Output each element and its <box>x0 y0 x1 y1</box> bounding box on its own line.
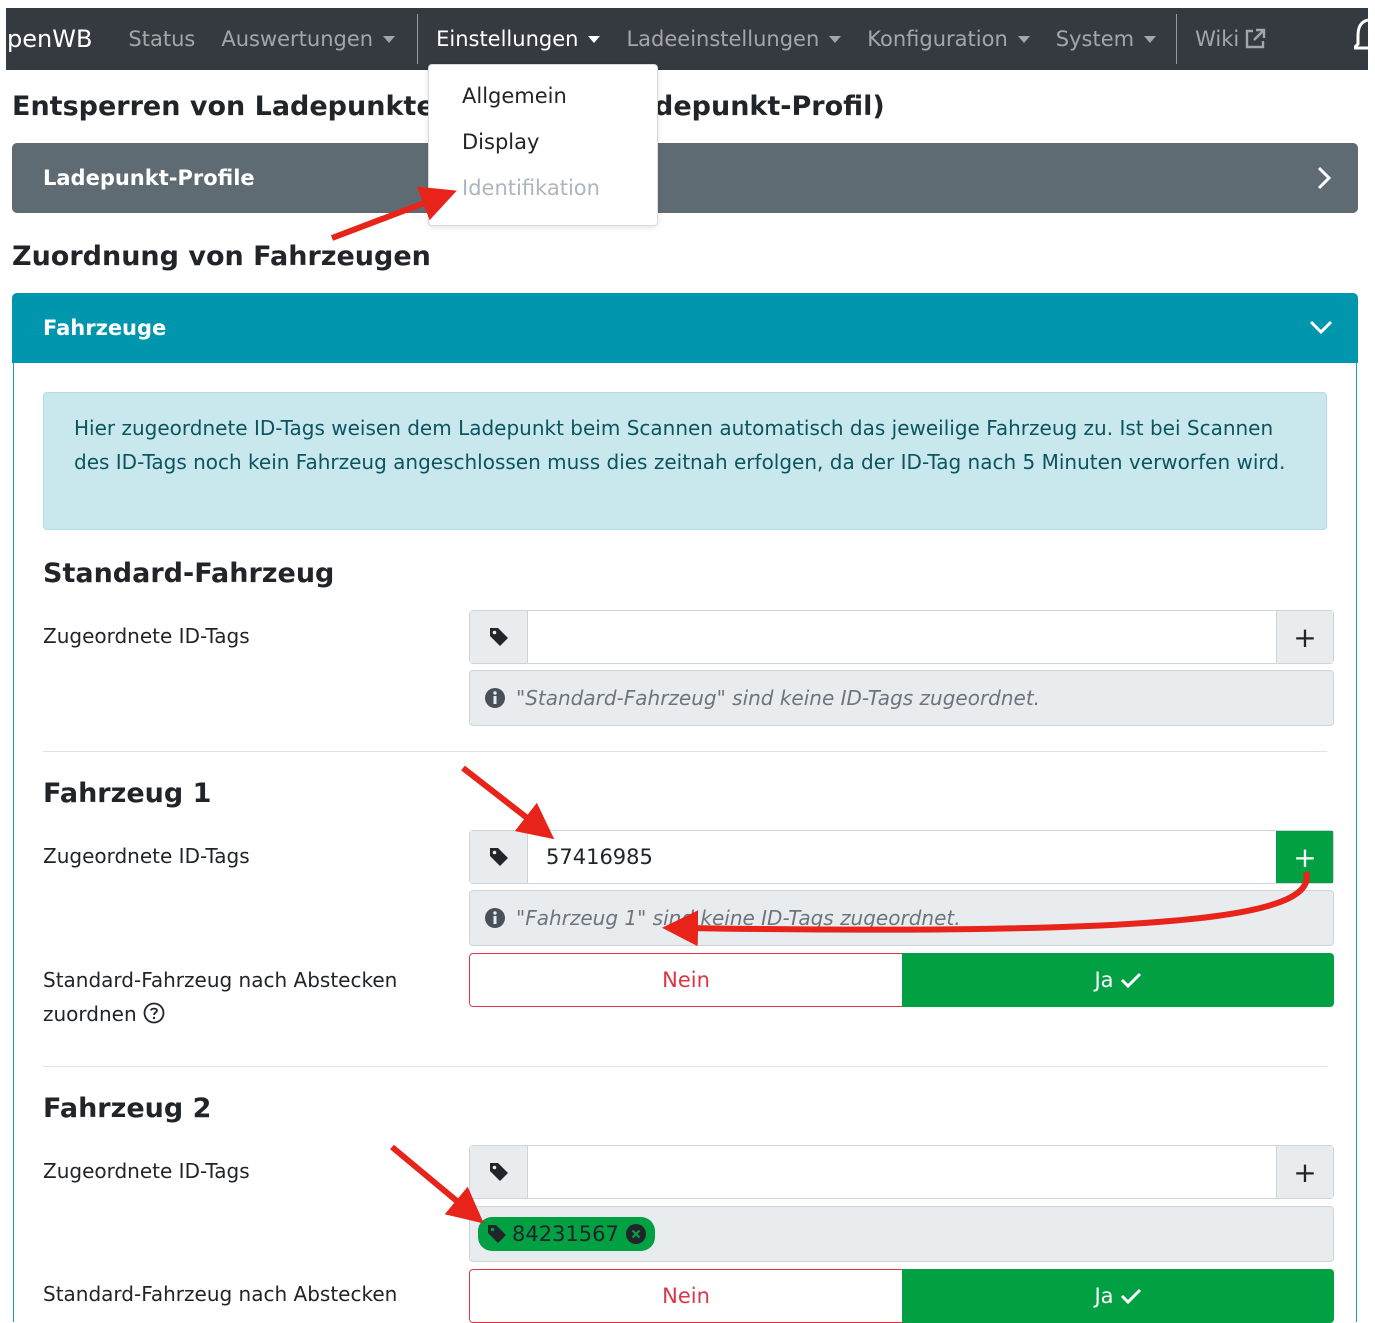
assigned-tags-box: 84231567 <box>469 1206 1334 1262</box>
id-tag-input-group: + <box>469 830 1334 884</box>
no-button[interactable]: Nein <box>469 953 902 1007</box>
section-title-zuordnung: Zuordnung von Fahrzeugen <box>12 241 431 272</box>
tags-label: Zugeordnete ID-Tags <box>43 1159 250 1183</box>
external-link-icon <box>1246 28 1266 49</box>
vehicle-title-standard: Standard-Fahrzeug <box>43 558 335 589</box>
nav-einstellungen[interactable]: Einstellungen <box>436 27 601 51</box>
plus-icon: + <box>1293 620 1317 654</box>
info-circle-icon <box>485 908 505 928</box>
add-tag-button[interactable]: + <box>1276 831 1333 883</box>
chevron-down-icon <box>1309 320 1333 335</box>
card-header-ladepunkt-profile[interactable]: Ladepunkt-Profile <box>12 143 1358 213</box>
chevron-down-icon <box>383 35 396 43</box>
question-circle-icon[interactable] <box>143 1002 165 1024</box>
chevron-down-icon <box>1017 35 1030 43</box>
nav-wiki[interactable]: Wiki <box>1195 27 1267 51</box>
id-tag-input-group: + <box>469 610 1334 664</box>
tag-icon <box>470 611 528 663</box>
check-icon <box>1120 972 1141 989</box>
nav-konfiguration[interactable]: Konfiguration <box>867 27 1030 51</box>
tag-icon <box>470 831 528 883</box>
chevron-down-icon <box>588 35 601 43</box>
default-vehicle-toggle: Nein Ja <box>469 953 1334 1007</box>
id-tag-input[interactable] <box>528 611 1276 663</box>
brand-logo[interactable]: penWB <box>7 25 92 53</box>
nav-system[interactable]: System <box>1056 27 1157 51</box>
no-tags-info: "Fahrzeug 1" sind keine ID-Tags zugeordn… <box>469 890 1334 946</box>
section-title-entsperren-tail: depunkt-Profil) <box>654 91 885 122</box>
chevron-down-icon <box>829 35 842 43</box>
dropdown-item-identifikation[interactable]: Identifikation <box>462 176 600 200</box>
default-vehicle-label: Standard-Fahrzeug nach Abstecken <box>43 1282 398 1306</box>
tags-label: Zugeordnete ID-Tags <box>43 844 250 868</box>
bell-icon[interactable] <box>1354 18 1368 54</box>
divider <box>43 1066 1327 1067</box>
nav-status[interactable]: Status <box>128 27 195 51</box>
yes-button[interactable]: Ja <box>902 953 1334 1007</box>
plus-icon: + <box>1293 1155 1317 1189</box>
top-navbar: penWB Status Auswertungen Einstellungen … <box>6 8 1368 70</box>
vehicle-title-fahrzeug-1: Fahrzeug 1 <box>43 778 212 809</box>
chevron-down-icon <box>1144 35 1157 43</box>
id-tag-badge[interactable]: 84231567 <box>478 1217 655 1251</box>
default-vehicle-toggle: Nein Ja <box>469 1269 1334 1323</box>
card-header-fahrzeuge[interactable]: Fahrzeuge <box>12 293 1358 363</box>
id-tag-input-group: + <box>469 1145 1334 1199</box>
id-tag-input[interactable] <box>528 831 1276 883</box>
check-icon <box>1120 1288 1141 1305</box>
info-circle-icon <box>485 688 505 708</box>
info-alert: Hier zugeordnete ID-Tags weisen dem Lade… <box>43 392 1327 530</box>
tags-label: Zugeordnete ID-Tags <box>43 624 250 648</box>
default-vehicle-label: Standard-Fahrzeug nach Abstecken zuordne… <box>43 968 398 1026</box>
chevron-right-icon <box>1317 166 1332 190</box>
nav-divider <box>417 14 419 64</box>
yes-button[interactable]: Ja <box>902 1269 1334 1323</box>
divider <box>43 751 1327 752</box>
no-tags-info: "Standard-Fahrzeug" sind keine ID-Tags z… <box>469 670 1334 726</box>
add-tag-button[interactable]: + <box>1276 1146 1333 1198</box>
tag-icon <box>488 1225 506 1243</box>
vehicle-title-fahrzeug-2: Fahrzeug 2 <box>43 1093 212 1124</box>
nav-divider <box>1176 14 1178 64</box>
dropdown-item-allgemein[interactable]: Allgemein <box>462 84 567 108</box>
nav-ladeeinstellungen[interactable]: Ladeeinstellungen <box>626 27 842 51</box>
einstellungen-dropdown-menu: Allgemein Display Identifikation <box>428 64 658 226</box>
remove-tag-icon[interactable] <box>625 1223 647 1245</box>
no-button[interactable]: Nein <box>469 1269 902 1323</box>
nav-auswertungen[interactable]: Auswertungen <box>221 27 396 51</box>
tag-icon <box>470 1146 528 1198</box>
dropdown-item-display[interactable]: Display <box>462 130 539 154</box>
section-title-entsperren: Entsperren von Ladepunkten ( <box>12 91 476 122</box>
id-tag-input[interactable] <box>528 1146 1276 1198</box>
plus-icon: + <box>1293 840 1317 874</box>
add-tag-button[interactable]: + <box>1276 611 1333 663</box>
